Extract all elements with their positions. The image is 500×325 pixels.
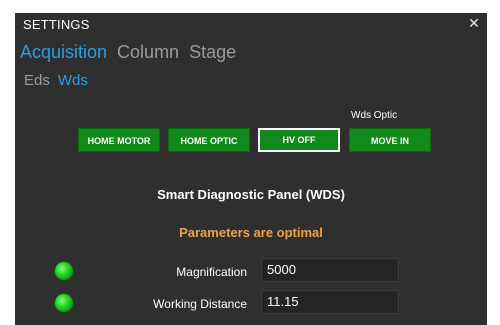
working-distance-label: Working Distance xyxy=(153,297,247,311)
hv-off-button[interactable]: HV OFF xyxy=(258,128,340,152)
tab-eds[interactable]: Eds xyxy=(24,72,50,89)
settings-panel: SETTINGS ✕ Acquisition Column Stage Eds … xyxy=(15,13,487,325)
tab-wds[interactable]: Wds xyxy=(58,72,88,89)
magnification-status-led xyxy=(55,262,73,280)
magnification-field[interactable]: 5000 xyxy=(261,258,399,282)
detector-tabs: Eds Wds xyxy=(24,72,88,89)
working-distance-field[interactable]: 11.15 xyxy=(261,290,399,314)
wds-optic-label: Wds Optic xyxy=(351,110,398,121)
working-distance-status-led xyxy=(55,294,73,312)
tab-acquisition[interactable]: Acquisition xyxy=(20,42,107,63)
move-in-button[interactable]: MOVE IN xyxy=(349,128,431,152)
main-tabs: Acquisition Column Stage xyxy=(20,42,236,63)
home-motor-button[interactable]: HOME MOTOR xyxy=(78,128,160,152)
close-icon[interactable]: ✕ xyxy=(467,15,481,32)
magnification-label: Magnification xyxy=(176,265,247,279)
diagnostic-panel-title: Smart Diagnostic Panel (WDS) xyxy=(157,187,345,202)
diagnostic-status: Parameters are optimal xyxy=(179,225,323,240)
tab-stage[interactable]: Stage xyxy=(189,42,236,63)
tab-column[interactable]: Column xyxy=(117,42,179,63)
window-title: SETTINGS xyxy=(23,17,90,32)
home-optic-button[interactable]: HOME OPTIC xyxy=(168,128,250,152)
